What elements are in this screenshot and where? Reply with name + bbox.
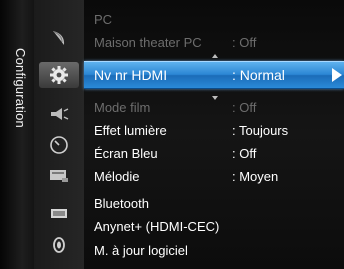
menu-item-light-effect[interactable]: Effet lumière : Toujours: [84, 120, 344, 142]
menu-item-value: : Off: [232, 35, 257, 50]
menu-item-value: : Off: [232, 146, 257, 161]
screen-icon[interactable]: [47, 203, 71, 225]
sound-icon[interactable]: [47, 103, 71, 125]
tv-osd-screen: Configuration PC Maison theater PC: Off…: [0, 0, 344, 269]
gear-icon[interactable]: [39, 62, 79, 88]
menu-item-label: Nv nr HDMI: [94, 67, 168, 83]
menu-item-label: Effet lumière: [94, 123, 167, 138]
satellite-icon[interactable]: [47, 27, 71, 49]
scroll-up-icon: [212, 54, 218, 58]
menu-item-label: Bluetooth: [94, 196, 149, 211]
menu-item-label: Mode film: [94, 100, 151, 115]
menu-item-label: Maison theater PC: [94, 35, 202, 50]
menu-item-label: Écran Bleu: [94, 146, 158, 161]
menu-item-value: : Normal: [232, 67, 285, 83]
menu-item-anynet[interactable]: Anynet+ (HDMI-CEC): [84, 216, 344, 238]
menu-item-label: Mélodie: [94, 169, 140, 184]
menu-item-value: : Moyen: [232, 169, 279, 184]
menu-item-label: Anynet+ (HDMI-CEC): [94, 219, 220, 234]
category-title: Configuration: [13, 48, 28, 128]
menu-item-label: PC: [94, 12, 113, 27]
menu-item-melody[interactable]: Mélodie : Moyen: [84, 166, 344, 188]
menu-item-software-update[interactable]: M. à jour logiciel: [84, 240, 344, 262]
menu-icon-bar: [34, 0, 84, 269]
menu-item-pc[interactable]: PC: [84, 9, 344, 31]
menu-item-value: : Toujours: [232, 123, 289, 138]
menu-category-sidebar: Configuration: [0, 0, 34, 269]
menu-item-bluetooth[interactable]: Bluetooth: [84, 193, 344, 215]
chevron-right-icon[interactable]: [332, 68, 342, 82]
timer-icon[interactable]: [47, 134, 71, 156]
menu-item-value: : Off: [232, 100, 257, 115]
menu-item-home-theater-pc[interactable]: Maison theater PC : Off: [84, 32, 344, 54]
support-icon[interactable]: [47, 234, 71, 256]
settings-menu: PC Maison theater PC : Off Nv nr HDMI : …: [84, 0, 344, 269]
menu-item-blue-screen[interactable]: Écran Bleu : Off: [84, 143, 344, 165]
menu-item-film-mode[interactable]: Mode film : Off: [84, 97, 344, 119]
menu-item-hdmi-black-level[interactable]: Nv nr HDMI : Normal: [84, 61, 344, 89]
channel-icon[interactable]: [47, 165, 71, 187]
menu-item-label: M. à jour logiciel: [94, 243, 188, 258]
